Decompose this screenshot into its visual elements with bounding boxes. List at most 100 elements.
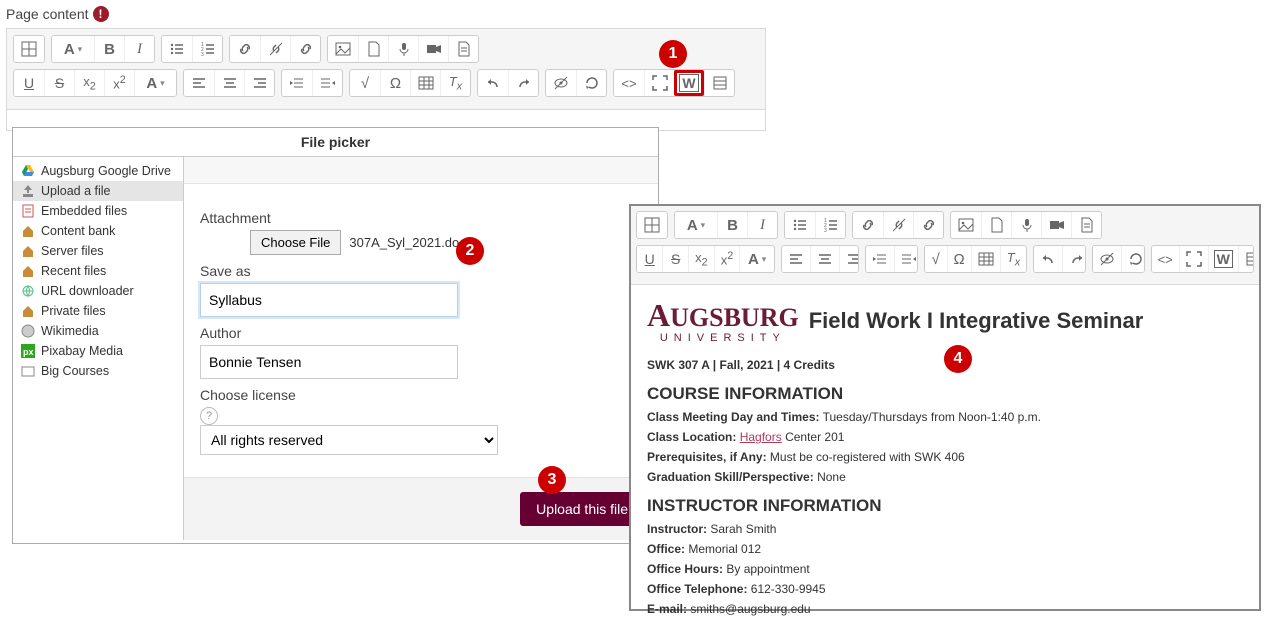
tb-grid2-button[interactable]: [1238, 246, 1254, 272]
tb-X2-button[interactable]: x2: [104, 70, 134, 96]
tb-sqrt-button[interactable]: √: [350, 70, 380, 96]
tb-refresh-button[interactable]: [576, 70, 606, 96]
repo-pixabay[interactable]: pxPixabay Media: [13, 341, 183, 361]
repo-private[interactable]: Private files: [13, 301, 183, 321]
tb-ac-button[interactable]: [810, 246, 839, 272]
tb-indL-button[interactable]: [866, 246, 894, 272]
tb-link-button[interactable]: [290, 36, 320, 62]
tb-code-button[interactable]: <>: [1152, 246, 1179, 272]
tb-X2-button[interactable]: x2: [714, 246, 740, 272]
tb-U-button[interactable]: U: [637, 246, 662, 272]
tb-doc-button[interactable]: [448, 36, 478, 62]
tb-ar-button[interactable]: [839, 246, 859, 272]
license-select[interactable]: All rights reserved: [200, 425, 498, 455]
tb-link-button[interactable]: [230, 36, 260, 62]
tb-video-button[interactable]: [418, 36, 448, 62]
tb-W-button[interactable]: W: [674, 70, 704, 96]
tb-mic-button[interactable]: [388, 36, 418, 62]
tb-indR-button[interactable]: [312, 70, 342, 96]
tb-x2-button[interactable]: x2: [74, 70, 104, 96]
tb-A-button[interactable]: A: [675, 212, 717, 238]
upload-button[interactable]: Upload this file: [520, 492, 644, 526]
tb-undo-button[interactable]: [1034, 246, 1062, 272]
tb-grid-button[interactable]: [637, 212, 667, 238]
tb-A-button[interactable]: A: [52, 36, 94, 62]
tb-ul-button[interactable]: [785, 212, 815, 238]
repo-gdrive[interactable]: Augsburg Google Drive: [13, 161, 183, 181]
preview-toolbar-row-1: ABI 123: [636, 211, 1254, 239]
tb-ol-button[interactable]: 123: [815, 212, 845, 238]
tb-S-button[interactable]: S: [662, 246, 688, 272]
tb-file-button[interactable]: [358, 36, 388, 62]
repo-server[interactable]: Server files: [13, 241, 183, 261]
tb-full-button[interactable]: [644, 70, 674, 96]
tb-undo-button[interactable]: [478, 70, 508, 96]
tb-W-button[interactable]: W: [1208, 246, 1238, 272]
tb-unlink-button[interactable]: [883, 212, 913, 238]
tb-x2-button[interactable]: x2: [688, 246, 714, 272]
tb-indL-button[interactable]: [282, 70, 312, 96]
tb-doc-button[interactable]: [1071, 212, 1101, 238]
tb-Tx-button[interactable]: Tx: [440, 70, 470, 96]
tb-redo-button[interactable]: [508, 70, 538, 96]
fp-footer: Upload this file: [184, 477, 658, 540]
tb-link-button[interactable]: [913, 212, 943, 238]
tb-table-button[interactable]: [410, 70, 440, 96]
repo-label: Server files: [41, 244, 104, 258]
repo-wikimedia[interactable]: Wikimedia: [13, 321, 183, 341]
tb-A-button[interactable]: A: [739, 246, 774, 272]
tb-unlink-button[interactable]: [260, 36, 290, 62]
tb-table-button[interactable]: [971, 246, 1000, 272]
logo-augsburg: AUGSBURG: [647, 297, 799, 334]
help-icon[interactable]: ?: [200, 407, 218, 425]
repo-recent[interactable]: Recent files: [13, 261, 183, 281]
choose-file-button[interactable]: Choose File: [250, 230, 341, 255]
course-title: Field Work I Integrative Seminar: [809, 308, 1144, 334]
tb-eye-button[interactable]: [1093, 246, 1121, 272]
tb-ar-button[interactable]: [244, 70, 274, 96]
tb-file-button[interactable]: [981, 212, 1011, 238]
tb-al-button[interactable]: [184, 70, 214, 96]
tb-full-button[interactable]: [1179, 246, 1208, 272]
repo-big[interactable]: Big Courses: [13, 361, 183, 381]
tb-Tx-button[interactable]: Tx: [1000, 246, 1026, 272]
author-input[interactable]: [200, 345, 458, 379]
svg-text:px: px: [23, 347, 34, 357]
tb-al-button[interactable]: [782, 246, 810, 272]
repo-label: Embedded files: [41, 204, 127, 218]
tb-I-button[interactable]: I: [124, 36, 154, 62]
tb-sqrt-button[interactable]: √: [925, 246, 947, 272]
tb-mic-button[interactable]: [1011, 212, 1041, 238]
tb-redo-button[interactable]: [1062, 246, 1086, 272]
license-label: Choose license: [200, 387, 642, 403]
tb-indR-button[interactable]: [894, 246, 918, 272]
saveas-input[interactable]: [200, 283, 458, 317]
tb-B-button[interactable]: B: [94, 36, 124, 62]
pixabay-icon: px: [21, 344, 35, 358]
tb-omega-button[interactable]: Ω: [947, 246, 971, 272]
tb-eye-button[interactable]: [546, 70, 576, 96]
tb-grid2-button[interactable]: [704, 70, 734, 96]
tb-B-button[interactable]: B: [717, 212, 747, 238]
location-link[interactable]: Hagfors: [740, 430, 782, 444]
repo-url[interactable]: URL downloader: [13, 281, 183, 301]
repo-embedded[interactable]: Embedded files: [13, 201, 183, 221]
tb-link-button[interactable]: [853, 212, 883, 238]
tb-I-button[interactable]: I: [747, 212, 777, 238]
tb-A-button[interactable]: A: [134, 70, 176, 96]
tb-img-button[interactable]: [951, 212, 981, 238]
repo-upload[interactable]: Upload a file: [13, 181, 183, 201]
tb-ul-button[interactable]: [162, 36, 192, 62]
tb-S-button[interactable]: S: [44, 70, 74, 96]
tb-grid-button[interactable]: [14, 36, 44, 62]
tb-ac-button[interactable]: [214, 70, 244, 96]
saveas-label: Save as: [200, 263, 642, 279]
tb-img-button[interactable]: [328, 36, 358, 62]
tb-refresh-button[interactable]: [1121, 246, 1145, 272]
tb-U-button[interactable]: U: [14, 70, 44, 96]
tb-video-button[interactable]: [1041, 212, 1071, 238]
tb-ol-button[interactable]: 123: [192, 36, 222, 62]
repo-contentbank[interactable]: Content bank: [13, 221, 183, 241]
tb-code-button[interactable]: <>: [614, 70, 644, 96]
tb-omega-button[interactable]: Ω: [380, 70, 410, 96]
